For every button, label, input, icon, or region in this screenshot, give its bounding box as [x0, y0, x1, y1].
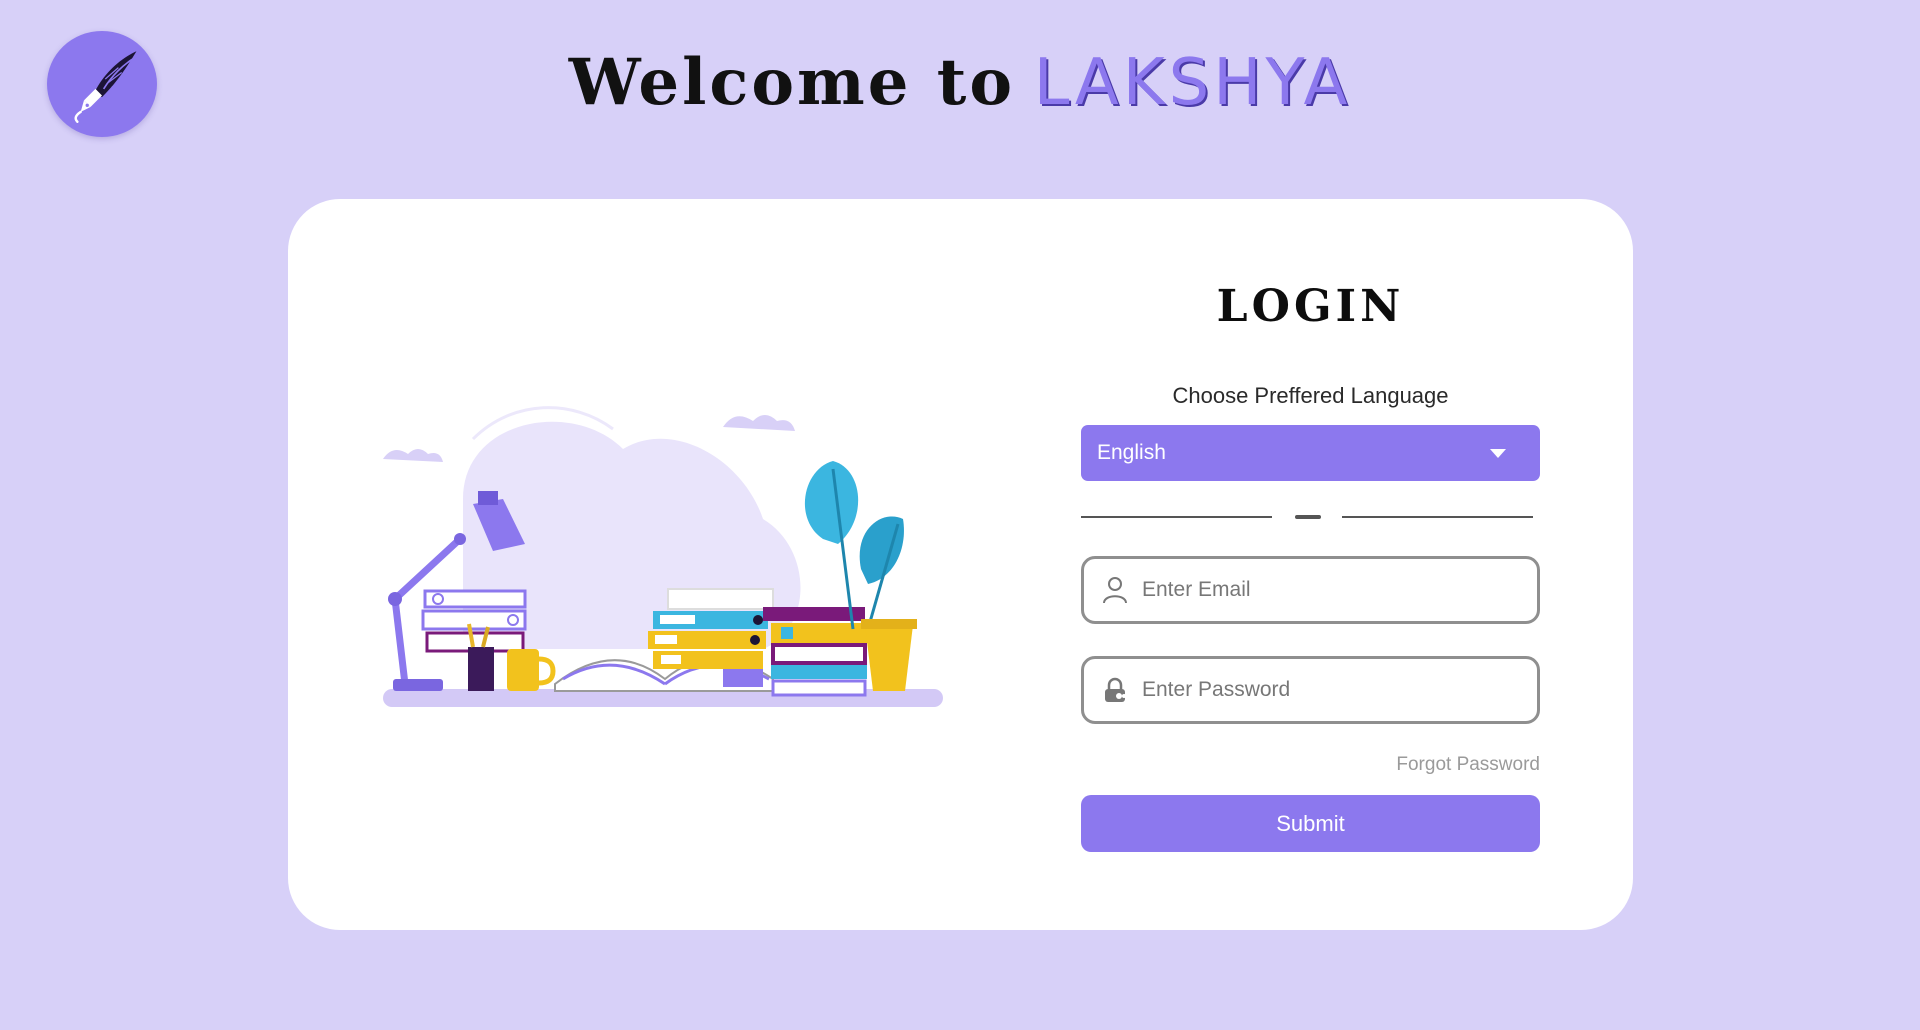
login-form: LOGIN Choose Preffered Language English	[1081, 199, 1540, 930]
login-page: Welcome to LAKSHYA LOGIN Choose Preffere…	[0, 0, 1920, 1030]
study-desk-illustration	[293, 406, 1023, 707]
user-icon	[1103, 577, 1127, 604]
divider-center-dash	[1295, 515, 1321, 519]
divider	[1081, 514, 1540, 520]
welcome-text: Welcome to	[568, 45, 1015, 120]
language-select[interactable]: English	[1081, 425, 1540, 481]
login-title: LOGIN	[1216, 281, 1405, 332]
email-field[interactable]	[1081, 556, 1540, 624]
chevron-down-icon	[1490, 449, 1506, 458]
password-field[interactable]	[1081, 656, 1540, 724]
language-label: Choose Preffered Language	[1172, 383, 1449, 408]
email-input[interactable]	[1142, 578, 1502, 602]
divider-left-line	[1081, 516, 1272, 518]
submit-button[interactable]: Submit	[1081, 795, 1540, 852]
password-input[interactable]	[1142, 678, 1502, 702]
login-card: LOGIN Choose Preffered Language English	[288, 199, 1633, 930]
language-selected-value: English	[1097, 441, 1166, 464]
lock-icon	[1105, 677, 1126, 702]
page-heading: Welcome to LAKSHYA	[0, 44, 1920, 121]
brand-name: LAKSHYA	[1033, 46, 1352, 120]
forgot-password-link[interactable]: Forgot Password	[1396, 754, 1540, 776]
divider-right-line	[1342, 516, 1533, 518]
